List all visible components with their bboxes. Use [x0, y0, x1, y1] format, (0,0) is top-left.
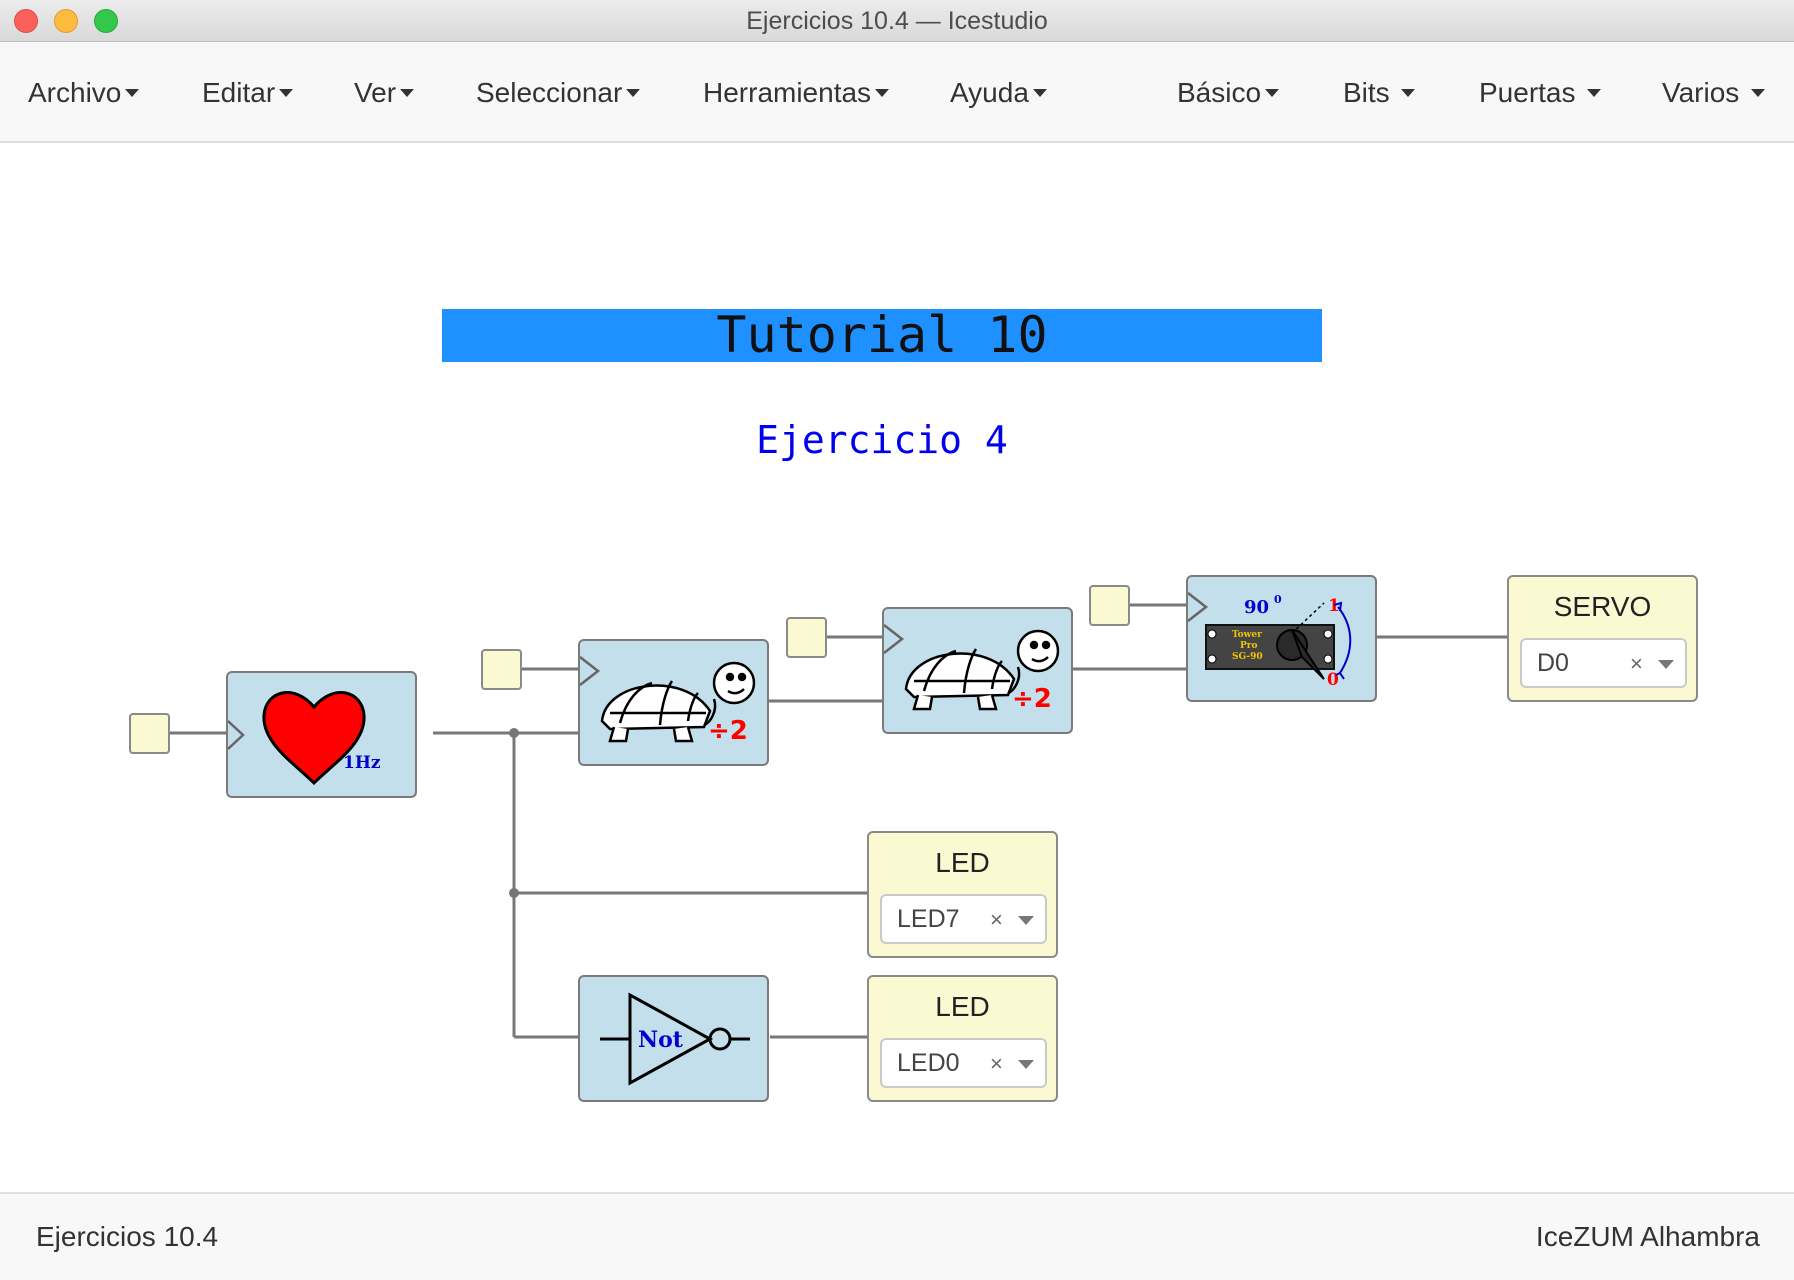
menu-basico[interactable]: Básico	[1177, 42, 1280, 143]
led0-output-block[interactable]: LED LED0 ×	[867, 975, 1058, 1102]
caret-down-icon	[1265, 88, 1280, 97]
caret-down-icon	[626, 88, 641, 97]
design-canvas[interactable]: Tutorial 10 Ejercicio 4 1Hz ÷2 ÷2 90 0 1…	[0, 145, 1794, 1192]
clock-input-triangle-icon	[580, 656, 601, 686]
board-selector[interactable]: IceZUM Alhambra	[1536, 1194, 1760, 1280]
servo-icon: 90 0 1 0 Tower Pro SG-90	[1188, 592, 1352, 690]
menu-ayuda[interactable]: Ayuda	[950, 42, 1047, 143]
not-gate-icon: Not	[600, 992, 750, 1086]
prescaler-1-input-port[interactable]	[481, 649, 522, 690]
servo-brand-line-1: Tower	[1232, 630, 1262, 640]
window-title: Ejercicios 10.4 — Icestudio	[746, 7, 1048, 35]
not-gate-label: Not	[638, 1027, 684, 1053]
servo-input-port[interactable]	[1089, 585, 1130, 626]
prescaler-2-input-port[interactable]	[786, 617, 827, 658]
dropdown-arrow-icon[interactable]	[1018, 1060, 1034, 1069]
servo-brand-line-2: Pro	[1240, 641, 1258, 651]
servo-low-label: 0	[1327, 670, 1339, 690]
dropdown-arrow-icon[interactable]	[1018, 916, 1034, 925]
menu-ver[interactable]: Ver	[354, 42, 415, 143]
menubar: Archivo Editar Ver Seleccionar Herramien…	[0, 42, 1794, 143]
clear-icon[interactable]: ×	[990, 1040, 1003, 1088]
menu-bits[interactable]: Bits	[1343, 42, 1416, 143]
servo-output-block[interactable]: SERVO D0 ×	[1507, 575, 1698, 702]
led7-pin-select[interactable]: LED7 ×	[880, 894, 1047, 944]
led0-pin-value: LED0	[897, 1049, 960, 1077]
turtle-icon: ÷2	[580, 656, 756, 746]
statusbar: Ejercicios 10.4 IceZUM Alhambra	[0, 1192, 1794, 1280]
servo-brand-line-3: SG-90	[1232, 652, 1263, 662]
caret-down-icon	[125, 88, 140, 97]
prescaler-2-label: ÷2	[1012, 684, 1052, 714]
servo-degree-label: 0	[1274, 593, 1282, 606]
led7-pin-value: LED7	[897, 905, 960, 933]
led0-output-title: LED	[935, 991, 990, 1022]
clear-icon[interactable]: ×	[990, 896, 1003, 944]
wire-junction	[509, 888, 519, 898]
servo-high-label: 1	[1328, 596, 1340, 616]
led0-pin-select[interactable]: LED0 ×	[880, 1038, 1047, 1088]
menu-puertas[interactable]: Puertas	[1479, 42, 1602, 143]
clock-input-triangle-icon	[228, 720, 245, 750]
menu-archivo[interactable]: Archivo	[28, 42, 140, 143]
servo-pin-select[interactable]: D0 ×	[1520, 638, 1687, 688]
clear-icon[interactable]: ×	[1630, 640, 1643, 688]
menu-editar[interactable]: Editar	[202, 42, 294, 143]
servo-pin-value: D0	[1537, 649, 1569, 677]
not-gate-block[interactable]: Not	[578, 975, 769, 1102]
caret-down-icon	[279, 88, 294, 97]
caret-down-icon	[875, 88, 890, 97]
heartbeat-block[interactable]: 1Hz	[226, 671, 417, 798]
heart-icon: 1Hz	[228, 691, 381, 786]
led7-output-block[interactable]: LED LED7 ×	[867, 831, 1058, 958]
turtle-icon: ÷2	[884, 624, 1060, 714]
window-titlebar: Ejercicios 10.4 — Icestudio	[0, 0, 1794, 42]
menu-seleccionar[interactable]: Seleccionar	[476, 42, 641, 143]
dropdown-arrow-icon[interactable]	[1658, 660, 1674, 669]
led7-output-title: LED	[935, 847, 990, 878]
prescaler-block-2[interactable]: ÷2	[882, 607, 1073, 734]
clock-input-port[interactable]	[129, 713, 170, 754]
servo-output-title: SERVO	[1553, 591, 1652, 622]
caret-down-icon	[400, 88, 415, 97]
clock-input-triangle-icon	[1188, 592, 1209, 622]
project-name: Ejercicios 10.4	[36, 1221, 219, 1252]
caret-down-icon	[1751, 88, 1766, 97]
caret-down-icon	[1032, 88, 1047, 97]
heartbeat-frequency-label: 1Hz	[343, 753, 381, 773]
caret-down-icon	[1401, 88, 1416, 97]
menu-varios[interactable]: Varios	[1662, 42, 1766, 143]
caret-down-icon	[1587, 88, 1602, 97]
wire-junction	[509, 728, 519, 738]
prescaler-block-1[interactable]: ÷2	[578, 639, 769, 766]
clock-input-triangle-icon	[884, 624, 905, 654]
servo-angle-label: 90	[1244, 597, 1269, 618]
menu-herramientas[interactable]: Herramientas	[703, 42, 890, 143]
servo-driver-block[interactable]: 90 0 1 0 Tower Pro SG-90	[1186, 575, 1377, 702]
prescaler-1-label: ÷2	[708, 716, 748, 746]
